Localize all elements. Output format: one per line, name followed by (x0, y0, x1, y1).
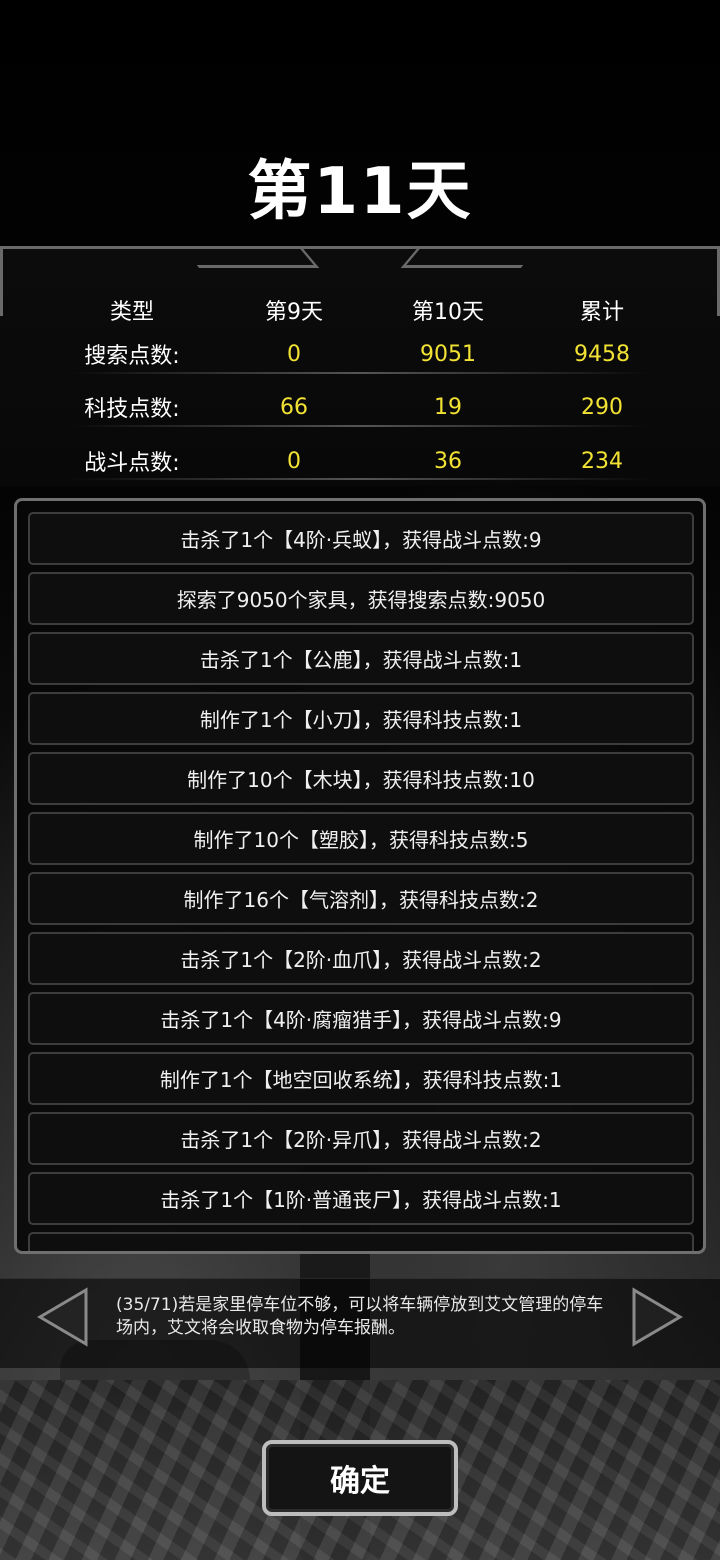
log-item: 击杀了1个【2阶·异爪】，获得战斗点数:2 (28, 1112, 694, 1165)
frame-notch-left (180, 246, 320, 268)
prev-tip-arrow-icon[interactable] (34, 1286, 90, 1348)
next-tip-arrow-icon[interactable] (630, 1286, 686, 1348)
header-day10: 第10天 (412, 300, 484, 325)
row-day9: 66 (280, 394, 308, 420)
log-item: 制作了1个【小刀】，获得科技点数:1 (28, 692, 694, 745)
log-item: 制作了10个【木块】，获得科技点数:10 (28, 752, 694, 805)
row-divider (70, 425, 650, 427)
log-item: 击杀了1个【4阶·腐瘤猎手】，获得战斗点数:9 (28, 992, 694, 1045)
header-day9: 第9天 (265, 300, 323, 325)
row-day10: 36 (434, 448, 462, 474)
tip-text: (35/71)若是家里停车位不够，可以将车辆停放到艾文管理的停车场内，艾文将会收… (116, 1295, 604, 1338)
row-day10: 19 (434, 394, 462, 420)
log-item-partial (28, 1232, 694, 1251)
log-item: 探索了9050个家具，获得搜索点数:9050 (28, 572, 694, 625)
log-item: 击杀了1个【4阶·兵蚁】，获得战斗点数:9 (28, 512, 694, 565)
row-day10: 9051 (420, 341, 476, 367)
header-type: 类型 (109, 300, 154, 325)
row-day9: 0 (287, 448, 301, 474)
row-label: 科技点数: (84, 397, 180, 422)
log-item: 制作了10个【塑胶】，获得科技点数:5 (28, 812, 694, 865)
row-day9: 0 (287, 341, 301, 367)
row-label: 战斗点数: (84, 451, 180, 476)
row-divider (70, 478, 650, 480)
frame-notch-right (400, 246, 540, 268)
activity-log-list[interactable]: 击杀了1个【4阶·兵蚁】，获得战斗点数:9 探索了9050个家具，获得搜索点数:… (14, 498, 706, 1254)
row-total: 234 (581, 448, 623, 474)
row-total: 9458 (574, 341, 630, 367)
header-total: 累计 (579, 300, 624, 325)
log-item: 击杀了1个【2阶·血爪】，获得战斗点数:2 (28, 932, 694, 985)
log-item: 击杀了1个【1阶·普通丧尸】，获得战斗点数:1 (28, 1172, 694, 1225)
log-item: 制作了16个【气溶剂】，获得科技点数:2 (28, 872, 694, 925)
log-item: 制作了1个【地空回收系统】，获得科技点数:1 (28, 1052, 694, 1105)
confirm-button[interactable]: 确定 (262, 1440, 458, 1516)
day-title: 第11天 (247, 155, 473, 229)
row-label: 搜索点数: (84, 344, 180, 369)
row-total: 290 (581, 394, 623, 420)
log-item: 击杀了1个【公鹿】，获得战斗点数:1 (28, 632, 694, 685)
stats-header-row: 类型 第9天 第10天 累计 (40, 285, 680, 335)
row-divider (70, 372, 650, 374)
